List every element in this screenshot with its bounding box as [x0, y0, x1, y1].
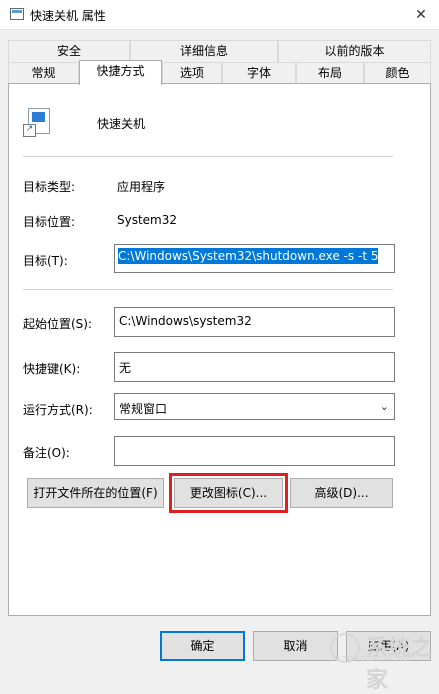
shortcut-panel: [8, 83, 431, 616]
run-select[interactable]: 常规窗口 ⌄: [114, 393, 395, 420]
start-in-label: 起始位置(S):: [23, 317, 93, 331]
advanced-button[interactable]: 高级(D)...: [290, 478, 393, 508]
highlight-box: [169, 473, 288, 513]
run-select-value: 常规窗口: [119, 402, 168, 416]
run-label: 运行方式(R):: [23, 403, 93, 417]
cancel-button[interactable]: 取消: [253, 631, 338, 661]
window-icon: [10, 8, 24, 20]
target-input-value: C:\Windows\System32\shutdown.exe -s -t 5: [118, 248, 379, 264]
tab-general[interactable]: 常规: [8, 62, 79, 84]
shortcut-app-icon: ↗: [23, 108, 51, 137]
tab-options[interactable]: 选项: [162, 62, 222, 84]
divider: [23, 156, 393, 157]
tab-security[interactable]: 安全: [8, 40, 130, 62]
target-input[interactable]: C:\Windows\System32\shutdown.exe -s -t 5: [114, 244, 395, 273]
ok-button[interactable]: 确定: [160, 631, 245, 661]
comment-label: 备注(O):: [23, 446, 70, 460]
close-button[interactable]: ✕: [409, 4, 433, 26]
target-label: 目标(T):: [23, 254, 68, 268]
tab-layout[interactable]: 布局: [296, 62, 364, 84]
hotkey-label: 快捷键(K):: [23, 362, 81, 376]
divider: [23, 289, 393, 290]
comment-input[interactable]: [114, 436, 395, 466]
target-location-value: System32: [117, 213, 178, 227]
start-in-input[interactable]: C:\Windows\system32: [114, 307, 395, 337]
tab-previous-versions[interactable]: 以前的版本: [278, 40, 431, 62]
shortcut-name: 快速关机: [97, 117, 146, 131]
target-type-value: 应用程序: [117, 180, 166, 194]
chevron-down-icon: ⌄: [379, 400, 389, 413]
window-title: 快速关机 属性: [30, 9, 106, 23]
target-location-label: 目标位置:: [23, 215, 76, 229]
target-type-label: 目标类型:: [23, 180, 76, 194]
tab-colors[interactable]: 颜色: [364, 62, 431, 84]
tab-font[interactable]: 字体: [222, 62, 296, 84]
tab-shortcut[interactable]: 快捷方式: [79, 60, 162, 85]
open-file-location-button[interactable]: 打开文件所在的位置(F): [27, 478, 164, 508]
tab-details[interactable]: 详细信息: [130, 40, 278, 62]
hotkey-input[interactable]: 无: [114, 352, 395, 382]
watermark-url: XITONGZHIJIA.NET: [333, 655, 414, 663]
